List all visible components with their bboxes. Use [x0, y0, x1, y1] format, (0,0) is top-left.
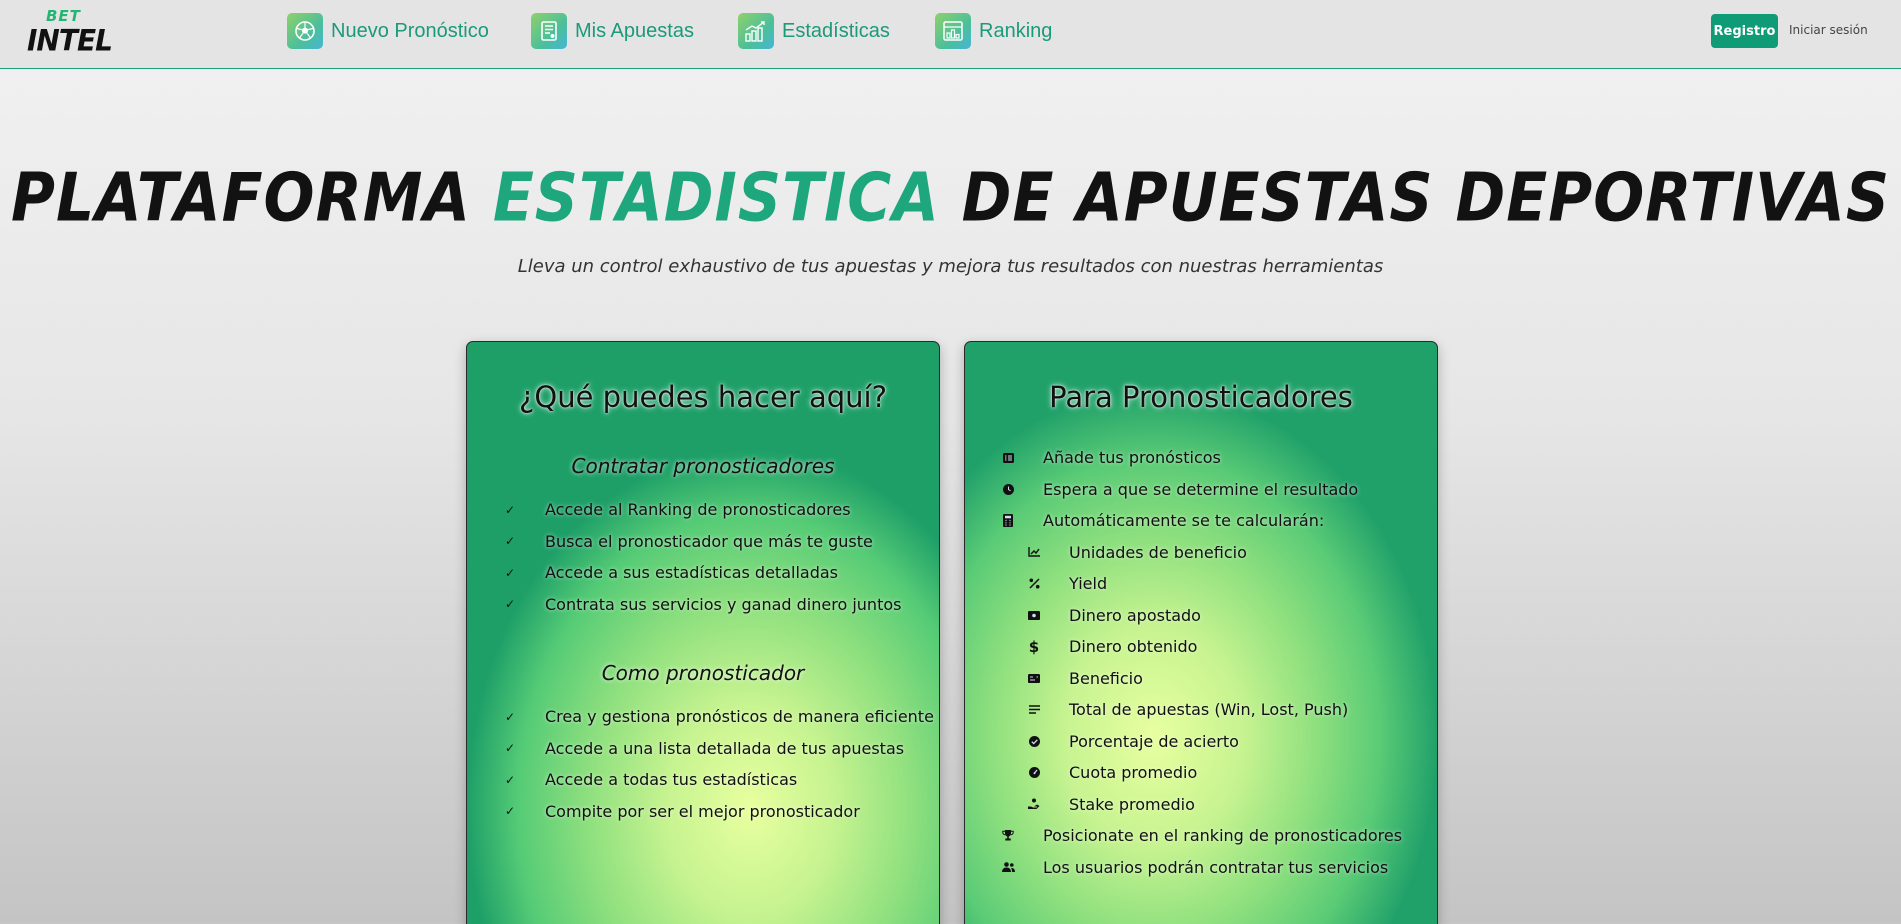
nav-mis-apuestas-label: Mis Apuestas	[575, 19, 694, 42]
features-card-title: ¿Qué puedes hacer aquí?	[519, 380, 887, 414]
check-icon: ✓	[504, 502, 516, 517]
login-link[interactable]: Iniciar sesión	[1789, 23, 1868, 37]
logo-line1: BET	[46, 7, 81, 25]
check-circle-icon	[1027, 734, 1041, 748]
list-item-text: Compite por ser el mejor pronosticador	[545, 801, 860, 821]
hero-title-part1: PLATAFORMA	[10, 158, 493, 238]
features-card: ¿Qué puedes hacer aquí? Contratar pronos…	[466, 341, 940, 924]
check-icon: ✓	[504, 709, 516, 724]
check-icon: ✓	[504, 804, 516, 819]
list-item-text: Accede a sus estadísticas detalladas	[545, 563, 838, 583]
ranking-icon	[935, 13, 971, 49]
check-icon: ✓	[504, 597, 516, 612]
list-item-text: Stake promedio	[1069, 794, 1195, 814]
bet-intel-logo[interactable]: BET INTEL	[27, 7, 113, 56]
dollar-icon: $	[1028, 637, 1040, 656]
gauge-icon	[1027, 766, 1041, 780]
tipsters-card: Para Pronosticadores Añade tus pronóstic…	[964, 341, 1438, 924]
register-button[interactable]: Registro	[1711, 14, 1778, 48]
money-bill-icon	[1027, 608, 1041, 622]
list-icon	[1001, 451, 1015, 465]
list-item-text: Busca el pronosticador que más te guste	[545, 531, 873, 551]
bet-slip-icon	[531, 13, 567, 49]
nav-ranking-label: Ranking	[979, 19, 1053, 42]
clock-icon	[1001, 482, 1015, 496]
nav-estadisticas[interactable]: Estadísticas	[738, 13, 890, 49]
list-item-text: Accede a una lista detallada de tus apue…	[545, 738, 905, 758]
check-icon: ✓	[504, 772, 516, 787]
list-item-text: Crea y gestiona pronósticos de manera ef…	[545, 707, 934, 727]
top-navbar: BET INTEL Nuevo Pronóstico Mis Apuestas …	[0, 0, 1901, 69]
list-item-text: Porcentaje de acierto	[1069, 731, 1239, 751]
list-item-text: Espera a que se determine el resultado	[1043, 479, 1359, 499]
money-check-icon	[1027, 671, 1041, 685]
hero-subtitle: Lleva un control exhaustivo de tus apues…	[517, 256, 1384, 277]
hand-holding-icon	[1027, 797, 1041, 811]
check-icon: ✓	[504, 565, 516, 580]
nav-estadisticas-label: Estadísticas	[782, 19, 890, 42]
list-item-text: Yield	[1069, 574, 1108, 594]
list-item-text: Dinero apostado	[1069, 605, 1201, 625]
percent-icon	[1027, 577, 1041, 591]
nav-nuevo-pronostico-label: Nuevo Pronóstico	[331, 19, 489, 42]
list-item-text: Contrata sus servicios y ganad dinero ju…	[545, 594, 902, 614]
list-item-text: Automáticamente se te calcularán:	[1043, 511, 1325, 531]
nav-mis-apuestas[interactable]: Mis Apuestas	[531, 13, 694, 49]
hero-title: PLATAFORMA ESTADISTICA DE APUESTAS DEPOR…	[0, 164, 1901, 231]
list-item-text: Cuota promedio	[1069, 763, 1198, 783]
soccer-ball-icon	[287, 13, 323, 49]
list-item-text: Dinero obtenido	[1069, 637, 1198, 657]
as-tipster-title: Como pronosticador	[601, 661, 805, 685]
trophy-icon	[1001, 829, 1015, 843]
list-item-text: Accede al Ranking de pronosticadores	[545, 500, 851, 520]
check-icon: ✓	[504, 534, 516, 549]
users-icon	[1001, 860, 1015, 874]
hero-title-part2: DE APUESTAS DEPORTIVAS	[939, 158, 1891, 238]
hero-title-accent: ESTADISTICA	[492, 158, 940, 238]
list-item-text: Añade tus pronósticos	[1043, 448, 1221, 468]
list-item-text: Los usuarios podrán contratar tus servic…	[1043, 857, 1389, 877]
list-item-text: Total de apuestas (Win, Lost, Push)	[1069, 700, 1349, 720]
list-item-text: Beneficio	[1069, 668, 1143, 688]
tipsters-card-title: Para Pronosticadores	[1049, 380, 1353, 414]
logo-line2: INTEL	[27, 23, 113, 58]
list-item-text: Accede a todas tus estadísticas	[545, 770, 798, 790]
bar-chart-icon	[738, 13, 774, 49]
list-item-text: Posicionate en el ranking de pronosticad…	[1043, 826, 1403, 846]
hire-tipsters-title: Contratar pronosticadores	[571, 454, 835, 478]
line-chart-icon	[1027, 545, 1041, 559]
calculator-icon	[1001, 514, 1015, 528]
nav-nuevo-pronostico[interactable]: Nuevo Pronóstico	[287, 13, 489, 49]
check-icon: ✓	[504, 741, 516, 756]
bars-icon	[1027, 703, 1041, 717]
list-item-text: Unidades de beneficio	[1069, 542, 1247, 562]
nav-ranking[interactable]: Ranking	[935, 13, 1052, 49]
